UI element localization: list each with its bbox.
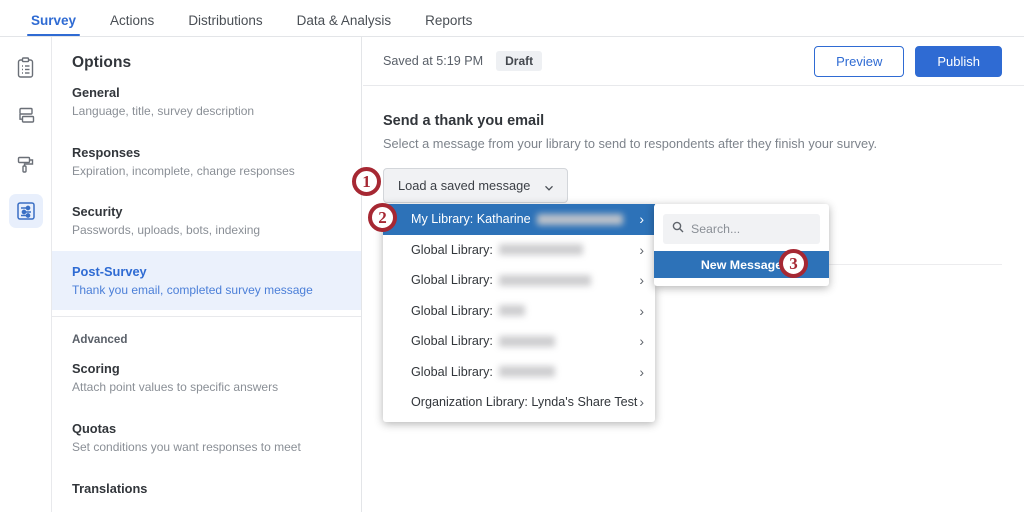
qualtrics-survey-options-screen: Survey Actions Distributions Data & Anal… [0,0,1024,512]
annotation-marker-1: 1 [352,167,381,196]
menu-item-organization-library[interactable]: Organization Library: Lynda's Share Test… [383,387,655,418]
options-item-security[interactable]: Security Passwords, uploads, bots, index… [52,191,361,251]
preview-button[interactable]: Preview [814,45,905,77]
options-item-name: Responses [72,144,141,160]
search-icon [672,220,684,238]
chevron-right-icon: › [639,363,644,380]
main-header: Saved at 5:19 PM Draft Preview Publish [363,37,1024,86]
options-item-desc: Attach point values to specific answers [72,380,279,395]
library-dropdown-menu: My Library: Katharine › Global Library: … [383,204,655,422]
tab-survey[interactable]: Survey [14,13,93,37]
menu-item-global-library-4[interactable]: Global Library: › [383,326,655,357]
options-item-translations[interactable]: Translations [52,468,361,512]
options-item-name: General [72,85,120,100]
chevron-down-icon [544,181,554,191]
publish-button[interactable]: Publish [915,45,1002,77]
rail-item-survey-flow[interactable] [9,98,43,132]
section-title: Send a thank you email [383,113,545,129]
left-icon-rail [0,37,52,512]
rail-item-clipboard[interactable] [9,50,43,84]
options-item-scoring[interactable]: Scoring Attach point values to specific … [52,348,361,408]
flow-blocks-icon [16,106,36,125]
options-panel-title: Options [72,54,132,71]
chevron-right-icon: › [639,272,644,289]
options-item-responses[interactable]: Responses Expiration, incomplete, change… [52,132,361,192]
annotation-marker-2: 2 [368,203,397,232]
menu-item-label: My Library: Katharine [411,212,531,227]
rail-item-look-and-feel[interactable] [9,146,43,180]
menu-item-label: Global Library: [411,273,493,288]
options-section-advanced: Advanced [72,333,128,347]
menu-item-global-library-2[interactable]: Global Library: › [383,265,655,296]
tab-data-analysis[interactable]: Data & Analysis [280,13,409,37]
options-item-name: Translations [72,480,148,496]
menu-item-global-library-1[interactable]: Global Library: › [383,235,655,266]
section-subtitle: Select a message from your library to se… [383,136,878,151]
search-placeholder: Search... [691,222,741,236]
menu-item-label: Global Library: [411,334,493,349]
chevron-right-icon: › [639,333,644,350]
menu-item-label: Global Library: [411,242,493,257]
options-divider [52,316,361,318]
sliders-settings-icon [16,201,36,221]
load-saved-message-label: Load a saved message [398,178,531,193]
menu-item-global-library-3[interactable]: Global Library: › [383,296,655,327]
paint-roller-icon [16,153,36,174]
clipboard-icon [16,56,35,78]
menu-item-global-library-5[interactable]: Global Library: › [383,357,655,388]
menu-item-label: Organization Library: Lynda's Share Test [411,395,638,410]
load-saved-message-button[interactable]: Load a saved message [383,168,569,203]
annotation-marker-3: 3 [779,249,808,278]
tab-reports[interactable]: Reports [408,13,489,37]
options-item-general[interactable]: General Language, title, survey descript… [52,72,361,132]
saved-status-text: Saved at 5:19 PM [383,54,484,68]
options-item-desc: Passwords, uploads, bots, indexing [72,223,261,238]
options-item-post-survey[interactable]: Post-Survey Thank you email, completed s… [52,250,361,311]
tab-actions[interactable]: Actions [93,13,171,37]
options-item-name: Security [72,204,123,220]
menu-item-label: Global Library: [411,364,493,379]
redacted-name [498,244,583,256]
redacted-name [498,335,555,347]
redacted-name [498,366,555,378]
options-item-desc: Set conditions you want responses to mee… [72,439,301,454]
options-item-desc: Language, title, survey description [72,104,255,118]
redacted-name [498,274,591,286]
search-input[interactable]: Search... [663,214,820,244]
menu-item-label: Global Library: [411,303,493,318]
chevron-right-icon: › [639,302,644,319]
top-navigation-bar: Survey Actions Distributions Data & Anal… [0,0,1024,37]
chevron-right-icon: › [639,211,644,228]
options-item-name: Post-Survey [72,263,147,279]
status-badge: Draft [496,51,543,71]
redacted-name [536,213,623,225]
redacted-name [498,305,525,317]
chevron-right-icon: › [639,241,644,258]
chevron-right-icon: › [639,394,644,411]
tab-distributions[interactable]: Distributions [171,13,279,37]
options-panel: Options General Language, title, survey … [52,37,362,512]
options-item-name: Scoring [72,361,120,377]
rail-item-survey-options[interactable] [8,194,43,228]
options-item-desc: Thank you email, completed survey messag… [72,282,313,297]
options-item-name: Quotas [72,420,117,436]
options-item-quotas[interactable]: Quotas Set conditions you want responses… [52,408,361,468]
options-item-desc: Expiration, incomplete, change responses [72,163,295,178]
post-survey-content: Send a thank you email Select a message … [363,86,1024,315]
menu-item-my-library[interactable]: My Library: Katharine › [383,204,655,235]
header-actions: Preview Publish [814,45,1002,77]
